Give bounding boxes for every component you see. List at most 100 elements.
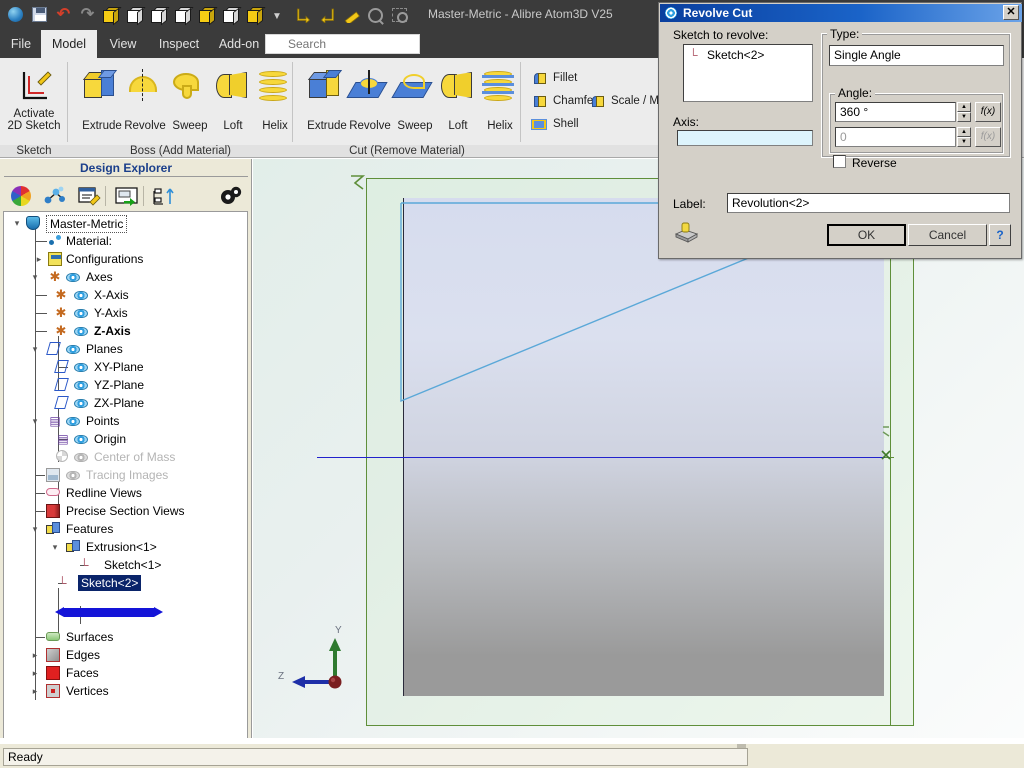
tab-inspect[interactable]: Inspect bbox=[149, 30, 209, 58]
tree-item-label: Vertices bbox=[66, 684, 109, 698]
rotate-right-icon[interactable] bbox=[316, 3, 338, 25]
view-shaded-edges-icon[interactable] bbox=[196, 3, 218, 25]
chevron-down-icon[interactable]: ▾ bbox=[12, 218, 22, 228]
reverse-checkbox[interactable] bbox=[833, 155, 846, 168]
chevron-down-icon[interactable]: ▾ bbox=[30, 524, 40, 534]
chevron-down-icon[interactable]: ▾ bbox=[50, 542, 60, 552]
tree-item-label: Redline Views bbox=[66, 486, 142, 500]
chamfer-icon bbox=[531, 93, 548, 109]
gear-settings-icon[interactable] bbox=[218, 184, 244, 208]
view-transparent-icon[interactable] bbox=[220, 3, 242, 25]
chevron-right-icon[interactable]: ▸ bbox=[34, 254, 44, 264]
comment-export-icon[interactable] bbox=[114, 184, 144, 208]
chevron-right-icon[interactable]: ▸ bbox=[30, 650, 40, 660]
view-more-chevron-icon[interactable]: ▼ bbox=[268, 3, 290, 25]
feature-icon bbox=[46, 522, 60, 536]
design-explorer-panel: Design Explorer ▾ Master-Metric Material… bbox=[0, 159, 252, 744]
rollback-bar[interactable] bbox=[55, 607, 163, 617]
visibility-eye-icon[interactable] bbox=[74, 435, 88, 444]
cancel-button[interactable]: Cancel bbox=[908, 224, 987, 246]
config-icon bbox=[48, 252, 62, 266]
preview-extrude-icon[interactable] bbox=[673, 221, 699, 243]
visibility-eye-icon[interactable] bbox=[74, 381, 88, 390]
activate-2d-sketch-button[interactable]: Activate 2D Sketch bbox=[3, 62, 65, 134]
revolve-cut-dialog[interactable]: Revolve Cut ✕ Sketch to revolve: └ Sketc… bbox=[658, 2, 1022, 259]
zoom-window-icon[interactable] bbox=[388, 3, 410, 25]
visibility-eye-icon[interactable] bbox=[66, 471, 80, 480]
visibility-eye-icon[interactable] bbox=[74, 291, 88, 300]
visibility-eye-icon[interactable] bbox=[74, 309, 88, 318]
fillet-icon bbox=[531, 70, 548, 86]
globe-icon[interactable] bbox=[4, 3, 26, 25]
angle2-input[interactable]: 0 bbox=[835, 127, 956, 147]
tab-addon[interactable]: Add-on bbox=[211, 30, 267, 58]
dialog-title-bar[interactable]: Revolve Cut bbox=[660, 4, 1022, 22]
save-icon[interactable] bbox=[28, 3, 50, 25]
chevron-right-icon[interactable]: ▸ bbox=[30, 668, 40, 678]
ribbon-group-sketch: Activate 2D Sketch Sketch bbox=[0, 58, 68, 158]
measure-icon[interactable] bbox=[340, 3, 362, 26]
undo-icon[interactable]: ↶ bbox=[52, 3, 74, 25]
tree-connector bbox=[35, 331, 47, 332]
visibility-eye-icon[interactable] bbox=[74, 363, 88, 372]
sketch-to-revolve-list[interactable]: └ Sketch<2> bbox=[683, 44, 813, 102]
search-input[interactable] bbox=[265, 34, 420, 54]
notes-edit-icon[interactable] bbox=[76, 184, 106, 208]
shell-label: Shell bbox=[553, 118, 579, 130]
tab-view[interactable]: View bbox=[99, 30, 147, 58]
sketch-icon: └ bbox=[58, 576, 67, 590]
chevron-down-icon[interactable]: ▾ bbox=[30, 272, 40, 282]
visibility-eye-icon[interactable] bbox=[74, 399, 88, 408]
color-wheel-icon[interactable] bbox=[8, 184, 34, 208]
redo-icon[interactable]: ↷ bbox=[76, 3, 98, 25]
section-icon bbox=[46, 504, 60, 518]
rotate-left-icon[interactable] bbox=[292, 3, 314, 25]
axis-input[interactable] bbox=[677, 130, 813, 146]
view-wireframe-icon[interactable] bbox=[124, 3, 146, 25]
angle-stepper[interactable]: ▲ ▼ bbox=[957, 102, 971, 122]
tree-sort-icon[interactable] bbox=[152, 184, 178, 208]
feature-label-input[interactable]: Revolution<2> bbox=[727, 193, 1010, 213]
chevron-right-icon[interactable]: ▸ bbox=[30, 686, 40, 696]
close-icon[interactable]: ✕ bbox=[1003, 5, 1019, 20]
view-shaded-icon[interactable] bbox=[244, 3, 266, 25]
activate-2d-sketch-icon bbox=[14, 68, 54, 106]
angle-label: Angle: bbox=[835, 86, 876, 100]
angle2-stepper[interactable]: ▲ ▼ bbox=[957, 127, 971, 147]
design-explorer-tree[interactable]: ▾ Master-Metric Material: ▸ Configuratio… bbox=[3, 211, 248, 741]
ok-button[interactable]: OK bbox=[827, 224, 906, 246]
visibility-eye-icon[interactable] bbox=[74, 327, 88, 336]
sketch-label-line1: Activate bbox=[13, 108, 55, 120]
chevron-down-icon[interactable]: ▾ bbox=[30, 416, 40, 426]
visibility-eye-icon[interactable] bbox=[66, 345, 80, 354]
zoom-icon[interactable] bbox=[364, 3, 386, 25]
material-icon bbox=[48, 234, 62, 248]
tree-item-label: Z-Axis bbox=[94, 324, 131, 338]
tree-connector bbox=[35, 295, 47, 296]
angle-fx-button[interactable]: f(x) bbox=[975, 102, 1001, 122]
angle2-fx-button[interactable]: f(x) bbox=[975, 127, 1001, 147]
tab-model[interactable]: Model bbox=[41, 30, 97, 58]
tree-connector bbox=[35, 511, 45, 512]
tree-connector bbox=[35, 637, 45, 638]
material-icon[interactable] bbox=[42, 184, 68, 208]
view-hidden-line-removed-icon[interactable] bbox=[172, 3, 194, 25]
point-icon: ▤ bbox=[57, 432, 69, 446]
visibility-eye-icon[interactable] bbox=[66, 273, 80, 282]
sketch-list-item[interactable]: Sketch<2> bbox=[707, 48, 764, 62]
shield-icon bbox=[26, 216, 40, 230]
status-bar: Ready bbox=[3, 748, 748, 766]
tree-item-label: Extrusion<1> bbox=[86, 540, 157, 554]
tab-file[interactable]: File bbox=[2, 30, 40, 58]
visibility-eye-icon[interactable] bbox=[74, 453, 88, 462]
type-select[interactable]: Single Angle bbox=[829, 45, 1004, 66]
tree-item-label: Configurations bbox=[66, 252, 144, 266]
chevron-down-icon[interactable]: ▾ bbox=[30, 344, 40, 354]
angle-input[interactable]: 360 ° bbox=[835, 102, 956, 122]
tree-item-label: Tracing Images bbox=[86, 468, 169, 482]
view-isometric-icon[interactable] bbox=[100, 3, 122, 25]
visibility-eye-icon[interactable] bbox=[66, 417, 80, 426]
view-hidden-line-icon[interactable] bbox=[148, 3, 170, 25]
help-button[interactable]: ? bbox=[989, 224, 1011, 246]
tree-item-label: XY-Plane bbox=[94, 360, 144, 374]
